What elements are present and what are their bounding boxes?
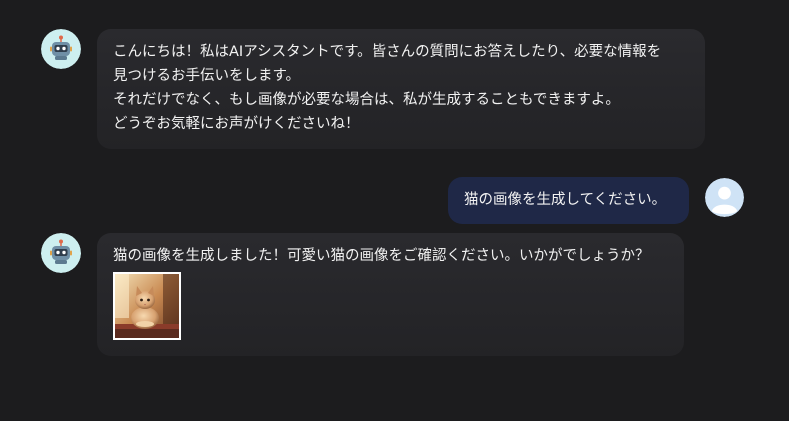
- message-line: 見つけるお手伝いをします。: [113, 68, 301, 84]
- assistant-avatar: [41, 29, 81, 69]
- user-avatar: [705, 178, 744, 217]
- message-line: こんにちは！私はAIアシスタントです。皆さんの質問にお答えしたり、必要な情報を: [113, 44, 662, 60]
- robot-icon: [41, 233, 81, 273]
- assistant-message-reply: 猫の画像を生成しました！可愛い猫の画像をご確認ください。いかがでしょうか？: [97, 233, 684, 356]
- message-line: それだけでなく、もし画像が必要な場合は、私が生成することもできますよ。: [113, 92, 620, 108]
- cat-image-thumbnail[interactable]: [113, 272, 181, 340]
- user-message-text: 猫の画像を生成してください。: [464, 192, 667, 208]
- cat-photo: [115, 274, 179, 338]
- user-message: 猫の画像を生成してください。: [448, 177, 689, 224]
- user-icon: [705, 178, 744, 217]
- chat-window: こんにちは！私はAIアシスタントです。皆さんの質問にお答えしたり、必要な情報を …: [0, 0, 789, 421]
- assistant-message-greeting: こんにちは！私はAIアシスタントです。皆さんの質問にお答えしたり、必要な情報を …: [97, 29, 705, 149]
- robot-icon: [41, 29, 81, 69]
- message-line: どうぞお気軽にお声がけくださいね！: [113, 116, 360, 132]
- message-line: 猫の画像を生成しました！可愛い猫の画像をご確認ください。いかがでしょうか？: [113, 248, 650, 264]
- assistant-avatar: [41, 233, 81, 273]
